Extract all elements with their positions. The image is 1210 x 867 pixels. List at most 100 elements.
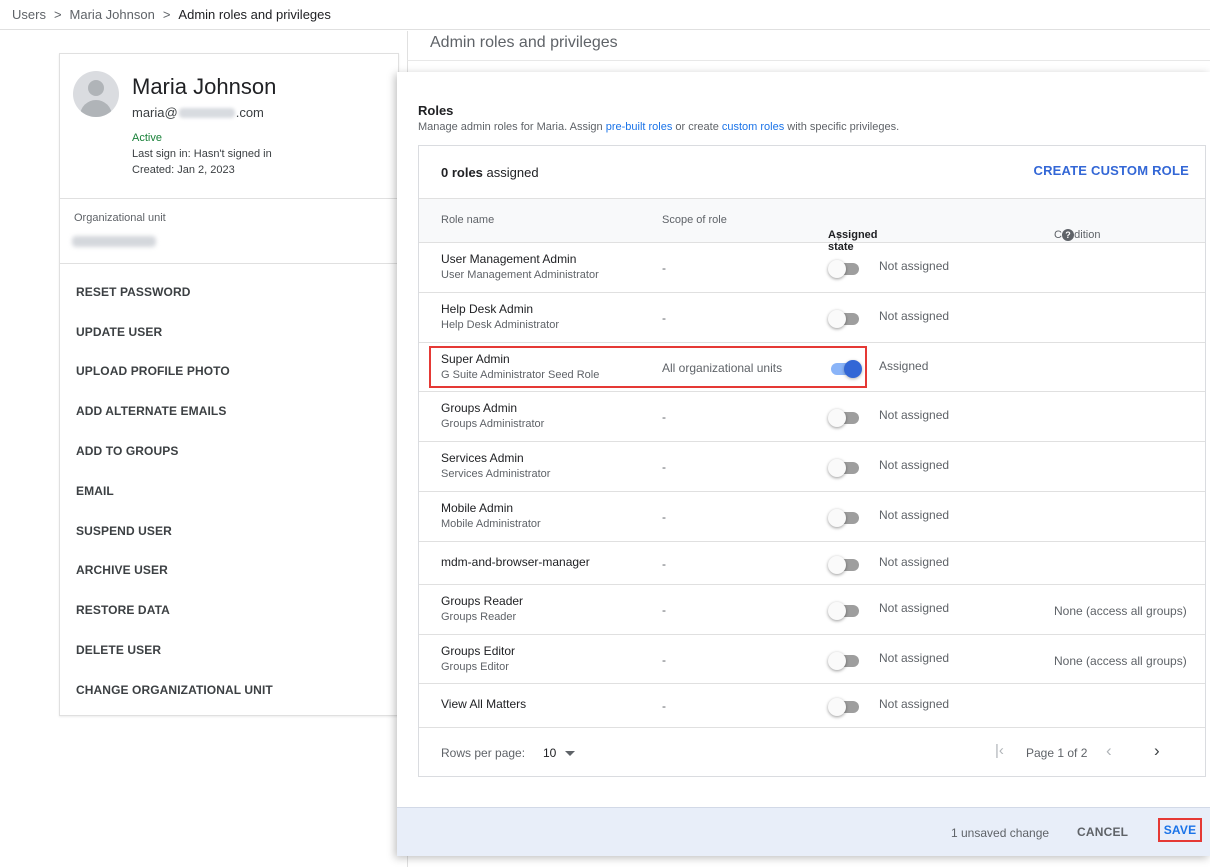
role-name: Groups Admin [441,401,518,415]
roles-description: Manage admin roles for Maria. Assign pre… [418,121,899,133]
role-scope: - [662,699,666,713]
roles-count-number: 0 roles [441,165,483,180]
toggle-thumb [828,260,846,278]
upload-profile-photo-button[interactable]: UPLOAD PROFILE PHOTO [60,352,400,392]
table-row: Groups Editor Groups Editor - Not assigned N… [419,635,1205,684]
role-toggle[interactable] [828,458,862,478]
role-assigned-state: Not assigned [879,309,950,323]
role-assigned-state: Not assigned [879,555,950,569]
breadcrumb-separator: > [53,7,62,22]
role-description: Mobile Administrator [441,518,541,530]
breadcrumb-user[interactable]: Maria Johnson [70,7,155,22]
user-name: Maria Johnson [132,74,277,99]
email-domain-blur [178,107,235,118]
page-info: Page 1 of 2 [1026,746,1088,760]
breadcrumb: Users > Maria Johnson > Admin roles and … [0,0,1210,30]
divider [60,198,400,199]
toggle-thumb [828,409,846,427]
breadcrumb-separator: > [162,7,171,22]
roles-desc-text: or create [672,121,722,133]
update-user-button[interactable]: UPDATE USER [60,312,400,352]
role-name: User Management Admin [441,252,577,266]
org-unit-value-blur [72,236,156,247]
table-row: Help Desk Admin Help Desk Administrator - N… [419,293,1205,343]
reset-password-button[interactable]: RESET PASSWORD [60,272,400,312]
table-row: Super Admin G Suite Administrator Seed Ro… [419,343,1205,392]
email-suffix: .com [235,105,264,120]
table-row: Groups Reader Groups Reader - Not assigned N… [419,585,1205,635]
role-name: Super Admin [441,352,510,366]
roles-desc-text: Manage admin roles for Maria. Assign [418,121,606,133]
role-toggle[interactable] [828,259,862,279]
role-name: Services Admin [441,451,524,465]
role-description: User Management Administrator [441,269,599,281]
email-button[interactable]: EMAIL [60,471,400,511]
avatar-body [80,100,112,117]
role-assigned-state: Not assigned [879,601,950,615]
help-icon[interactable]: ? [1062,229,1074,241]
role-scope: - [662,410,666,424]
role-assigned-state: Not assigned [879,651,950,665]
archive-user-button[interactable]: ARCHIVE USER [60,551,400,591]
role-toggle[interactable] [828,508,862,528]
chevron-right-icon[interactable]: › [1154,741,1160,761]
column-condition-label: Condition [1054,229,1101,241]
role-assigned-state: Not assigned [879,458,950,472]
first-page-icon[interactable]: |‹ [995,742,1004,759]
role-scope: - [662,510,666,524]
add-alternate-emails-button[interactable]: ADD ALTERNATE EMAILS [60,391,400,431]
save-button[interactable]: SAVE [1158,818,1202,842]
chevron-left-icon[interactable]: ‹ [1106,741,1112,761]
role-description: Groups Administrator [441,418,545,430]
add-to-groups-button[interactable]: ADD TO GROUPS [60,431,400,471]
role-assigned-state: Not assigned [879,508,950,522]
toggle-thumb [828,556,846,574]
table-row: Groups Admin Groups Administrator - Not ass… [419,392,1205,442]
role-toggle[interactable] [828,651,862,671]
table-row: Services Admin Services Administrator - Not… [419,442,1205,492]
role-toggle[interactable] [828,555,862,575]
role-toggle[interactable] [828,408,862,428]
role-name: View All Matters [441,697,527,711]
delete-user-button[interactable]: DELETE USER [60,630,400,670]
cancel-button[interactable]: CANCEL [1077,825,1128,839]
toggle-thumb [828,459,846,477]
user-email: maria@ .com [132,105,264,120]
user-created: Created: Jan 2, 2023 [132,164,235,176]
create-custom-role-button[interactable]: CREATE CUSTOM ROLE [1033,163,1189,178]
avatar-head [88,80,104,96]
role-description: G Suite Administrator Seed Role [441,369,600,381]
user-last-sign-in: Last sign in: Hasn't signed in [132,148,272,160]
toggle-thumb [828,652,846,670]
role-description: Groups Reader [441,611,517,623]
change-org-unit-button[interactable]: CHANGE ORGANIZATIONAL UNIT [60,670,400,710]
role-condition: None (access all groups) [1054,604,1187,618]
role-assigned-state: Not assigned [879,697,950,711]
role-scope: - [662,557,666,571]
role-toggle[interactable] [828,601,862,621]
breadcrumb-users[interactable]: Users [12,7,46,22]
table-row: Mobile Admin Mobile Administrator - Not ass… [419,492,1205,542]
role-toggle[interactable] [828,697,862,717]
role-name: Groups Editor [441,644,516,658]
suspend-user-button[interactable]: SUSPEND USER [60,511,400,551]
role-name: Groups Reader [441,594,524,608]
toggle-thumb [828,698,846,716]
roles-table-header: 0 roles assigned CREATE CUSTOM ROLE [419,146,1205,199]
toggle-thumb [828,509,846,527]
caret-down-icon [565,750,576,756]
role-scope: - [662,261,666,275]
role-assigned-state: Not assigned [879,259,950,273]
role-toggle[interactable] [828,359,862,379]
divider [60,263,400,264]
custom-roles-link[interactable]: custom roles [722,121,784,133]
avatar [73,71,119,117]
restore-data-button[interactable]: RESTORE DATA [60,590,400,630]
toggle-thumb [828,602,846,620]
roles-panel: Roles Manage admin roles for Maria. Assi… [397,72,1210,856]
role-toggle[interactable] [828,309,862,329]
toggle-thumb [844,360,862,378]
rows-per-page-select[interactable]: 10 [543,743,576,763]
breadcrumb-current: Admin roles and privileges [178,7,331,22]
pre-built-roles-link[interactable]: pre-built roles [606,121,673,133]
